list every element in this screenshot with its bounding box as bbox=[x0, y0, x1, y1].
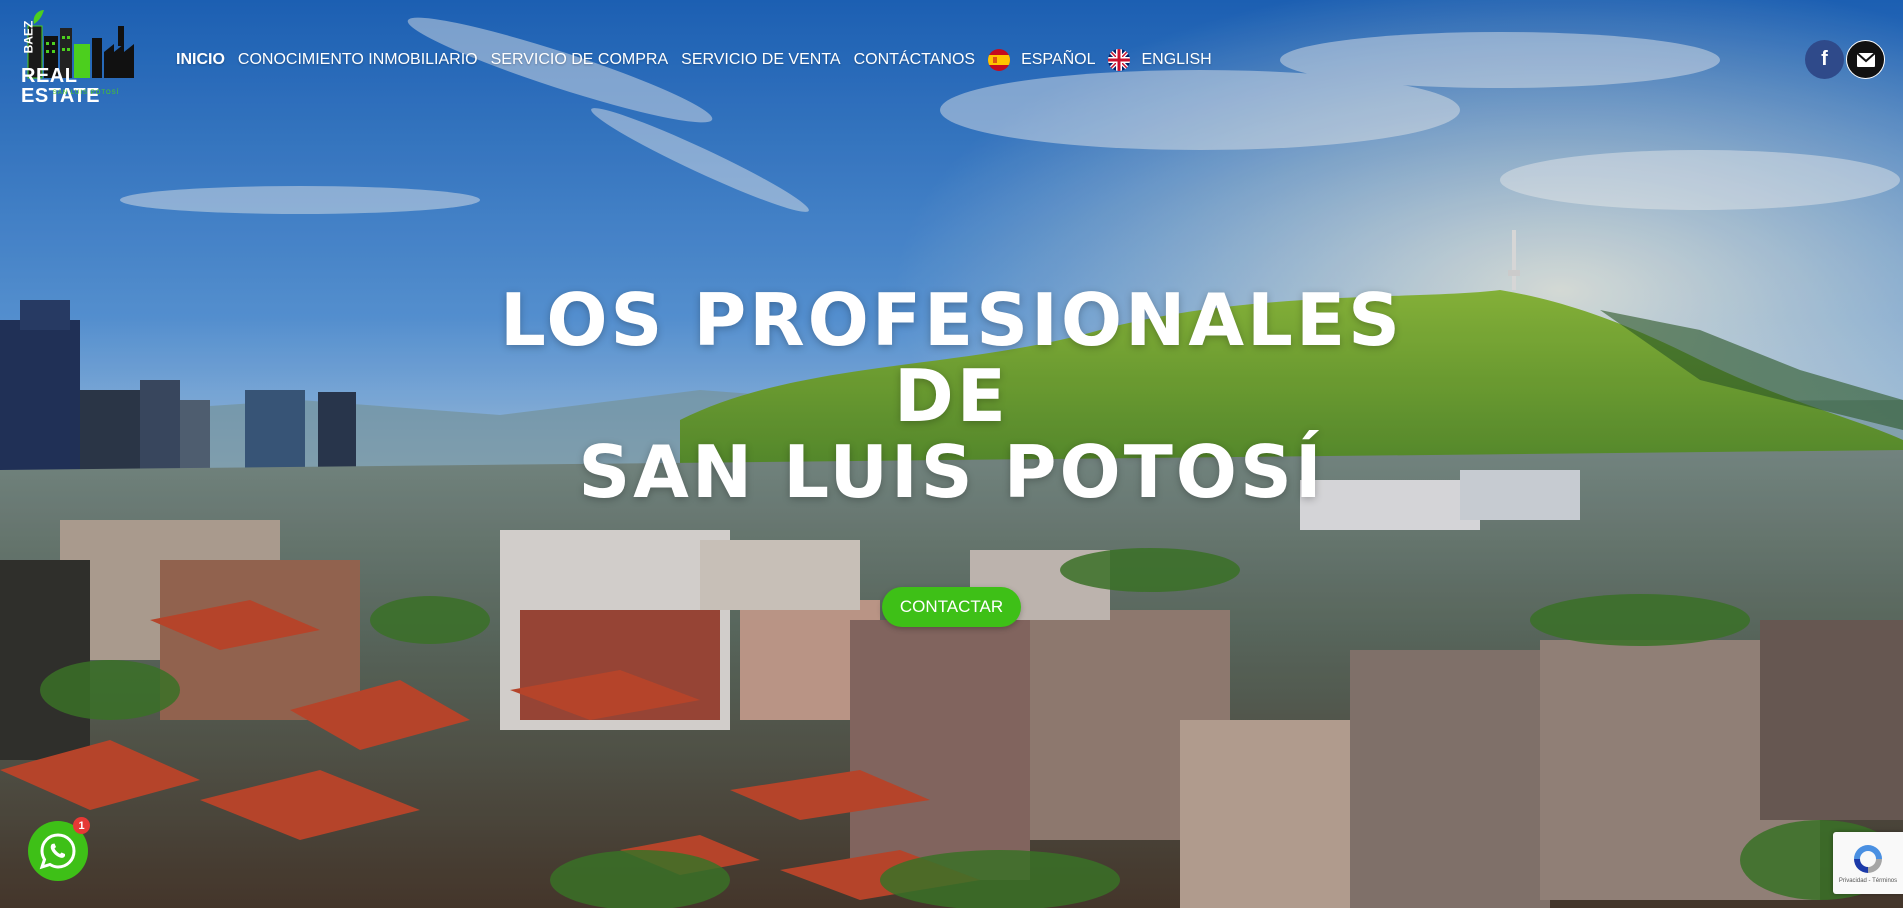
recaptcha-icon bbox=[1854, 845, 1882, 873]
uk-flag-icon bbox=[1108, 49, 1131, 71]
hero-title-line-1: LOS PROFESIONALES bbox=[500, 278, 1403, 362]
spain-flag-icon bbox=[988, 49, 1011, 71]
nav-item-inicio[interactable]: INICIO bbox=[176, 51, 225, 69]
nav-item-espanol[interactable]: ESPAÑOL bbox=[988, 49, 1095, 71]
facebook-icon: f bbox=[1821, 48, 1828, 70]
social-links: f bbox=[1805, 40, 1885, 79]
main-navigation: INICIO CONOCIMIENTO INMOBILIARIO SERVICI… bbox=[176, 48, 1225, 72]
nav-item-contactanos[interactable]: CONTÁCTANOS bbox=[854, 51, 975, 69]
nav-item-label: ENGLISH bbox=[1141, 51, 1212, 68]
logo-brand-vertical: BAEZ bbox=[21, 20, 36, 54]
mail-icon bbox=[1856, 52, 1875, 67]
hero-title-line-3: SAN LUIS POTOSÍ bbox=[578, 430, 1325, 514]
nav-item-label: SERVICIO DE COMPRA bbox=[490, 51, 669, 68]
site-logo[interactable]: BAEZ REAL ESTATE SAN LUIS POTOSÍ bbox=[18, 8, 144, 106]
email-button[interactable] bbox=[1846, 40, 1885, 79]
hero-title-line-2: DE bbox=[894, 354, 1009, 438]
nav-item-servicio-de-compra[interactable]: SERVICIO DE COMPRA bbox=[491, 51, 669, 69]
nav-item-english[interactable]: ENGLISH bbox=[1108, 49, 1212, 71]
nav-item-label: SERVICIO DE VENTA bbox=[681, 51, 841, 68]
logo-brand-sub: SAN LUIS POTOSÍ bbox=[52, 90, 120, 96]
nav-item-label: CONTÁCTANOS bbox=[853, 51, 976, 68]
facebook-button[interactable]: f bbox=[1805, 40, 1844, 79]
nav-item-conocimiento-inmobiliario[interactable]: CONOCIMIENTO INMOBILIARIO bbox=[238, 51, 478, 69]
nav-item-label: ESPAÑOL bbox=[1021, 51, 1096, 68]
recaptcha-badge[interactable]: Privacidad - Términos bbox=[1833, 832, 1903, 894]
contactar-button[interactable]: CONTACTAR bbox=[882, 587, 1021, 627]
recaptcha-text: Privacidad - Términos bbox=[1838, 878, 1898, 884]
whatsapp-notification-badge: 1 bbox=[73, 817, 90, 834]
nav-item-servicio-de-venta[interactable]: SERVICIO DE VENTA bbox=[681, 51, 840, 69]
hero-title: LOS PROFESIONALES DE SAN LUIS POTOSÍ bbox=[0, 282, 1903, 510]
logo-brand-name: REAL ESTATE bbox=[21, 65, 100, 107]
nav-item-label: INICIO bbox=[176, 51, 225, 68]
nav-item-label: CONOCIMIENTO INMOBILIARIO bbox=[237, 51, 478, 68]
whatsapp-icon bbox=[39, 833, 76, 870]
